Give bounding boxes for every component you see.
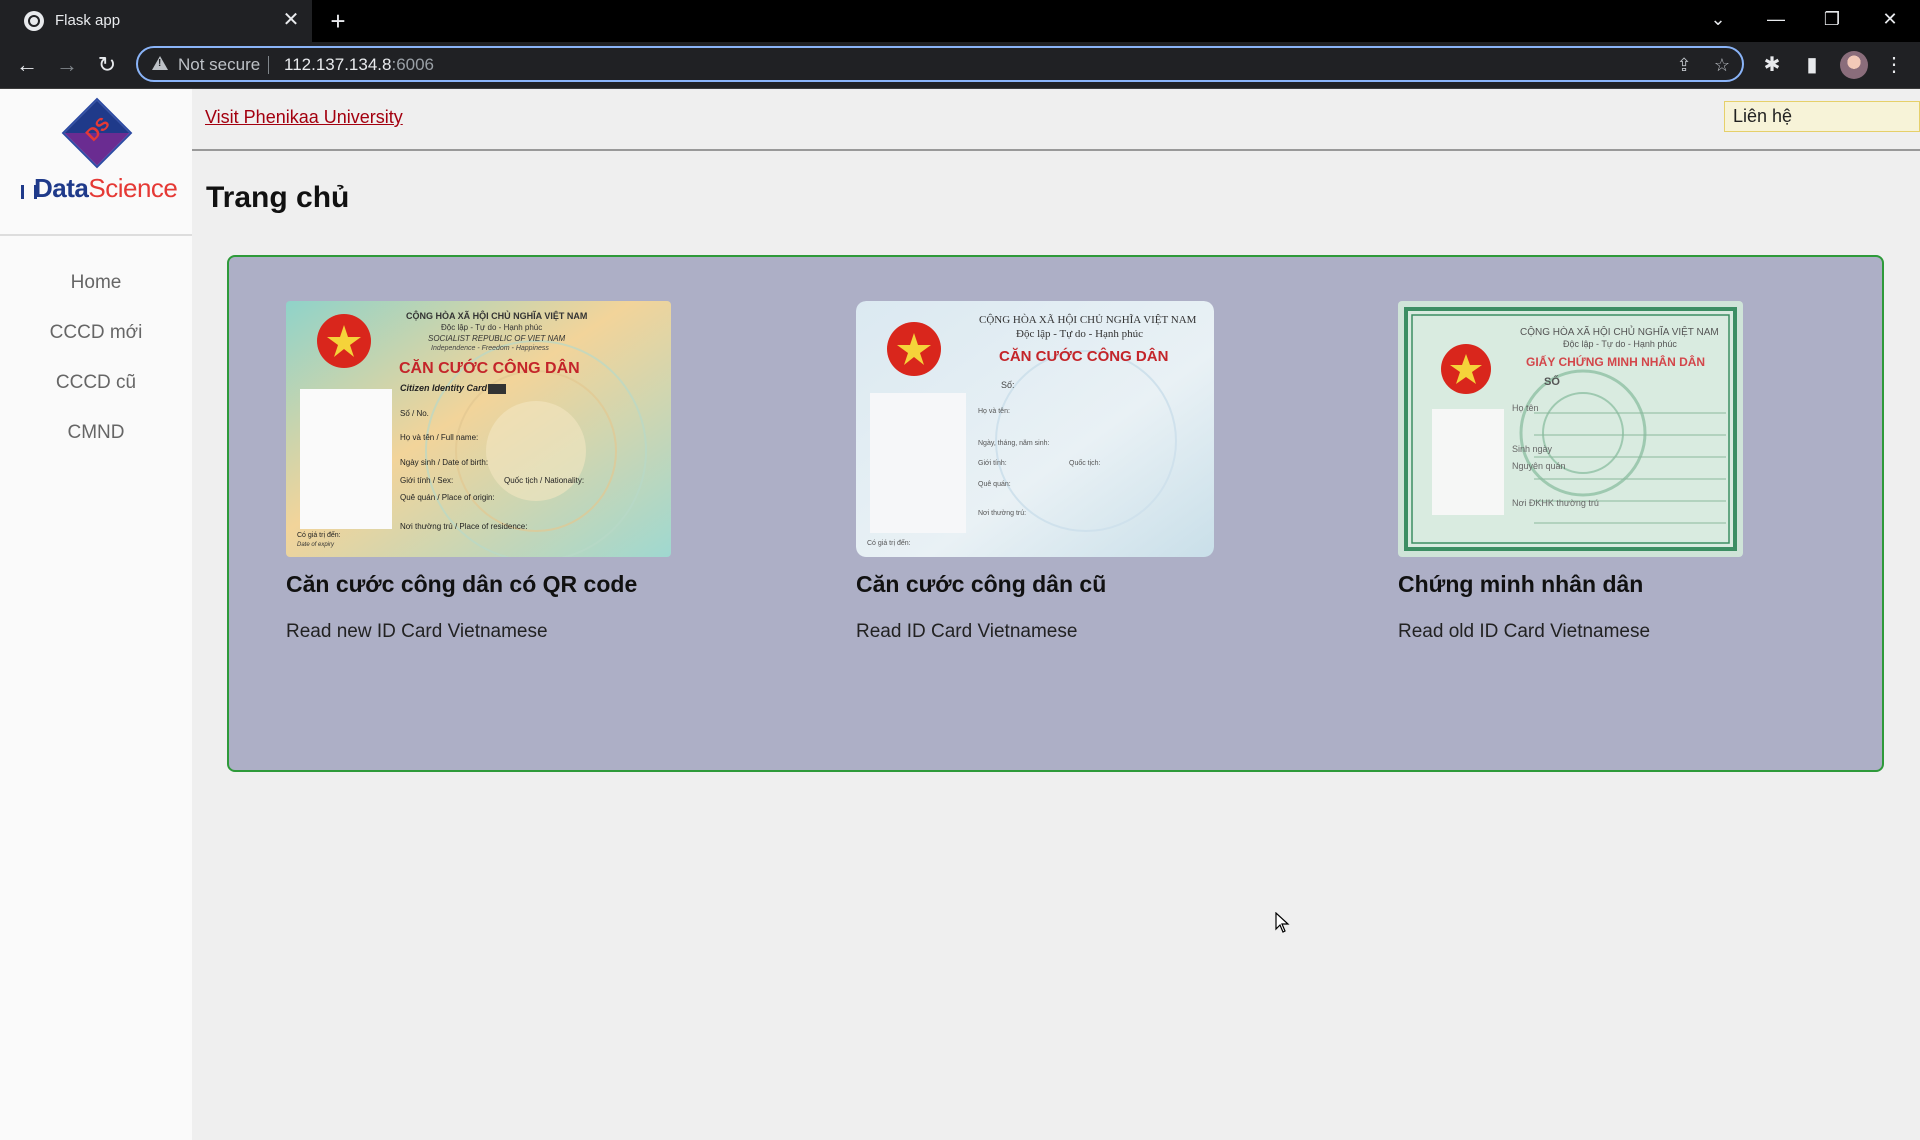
page-title: Trang chủ <box>206 181 350 214</box>
card1-field4b: Quốc tịch / Nationality: <box>504 476 584 485</box>
card2-field4: Giới tính: <box>978 460 1007 467</box>
id-card-panel: CỘNG HÒA XÃ HỘI CHỦ NGHĨA VIỆT NAM Độc l… <box>227 255 1884 772</box>
card-title[interactable]: Chứng minh nhân dân <box>1398 571 1643 598</box>
url-host: 112.137.134.8 <box>284 55 392 74</box>
menu-kebab-icon[interactable]: ⋮ <box>1880 52 1908 78</box>
sidebar-item-cccd-moi[interactable]: CCCD mới <box>0 321 192 345</box>
card1-heading: CĂN CƯỚC CÔNG DÂN <box>399 358 580 377</box>
card-description: Read new ID Card Vietnamese <box>286 621 548 642</box>
card-description: Read old ID Card Vietnamese <box>1398 621 1651 642</box>
card2-field3: Ngày, tháng, năm sinh: <box>978 440 1050 447</box>
card-description: Read ID Card Vietnamese <box>856 621 1078 642</box>
reload-icon[interactable]: ↻ <box>92 51 122 79</box>
card-title[interactable]: Căn cước công dân cũ <box>856 571 1106 598</box>
card2-field6: Nơi thường trú: <box>978 510 1026 517</box>
close-window-icon[interactable]: ✕ <box>1870 6 1910 32</box>
card2-field4b: Quốc tịch: <box>1069 458 1101 467</box>
new-tab-button[interactable]: + <box>324 6 352 36</box>
card2-field2: Họ và tên: <box>978 408 1010 415</box>
card1-header-line3: SOCIALIST REPUBLIC OF VIET NAM <box>428 334 566 343</box>
url-port: :6006 <box>391 55 435 74</box>
card1-field2: Họ và tên / Full name: <box>400 433 478 442</box>
card1-field4: Giới tính / Sex: <box>400 476 453 485</box>
card3-header-line2: Độc lập - Tự do - Hạnh phúc <box>1563 339 1677 349</box>
card1-field6: Nơi thường trú / Place of residence: <box>400 522 527 531</box>
address-separator <box>268 56 269 74</box>
top-bar: Visit Phenikaa University <box>192 89 1920 151</box>
card1-subheading: Citizen Identity Card <box>400 383 488 393</box>
logo-wordmark: DataScience <box>20 173 178 204</box>
card3-field3: Sinh ngày <box>1512 444 1553 454</box>
browser-toolbar: ← → ↻ Not secure 112.137.134.8:6006 ⇪ ☆ … <box>0 42 1920 89</box>
card3-field5: Nơi ĐKHK thường trú <box>1512 498 1599 508</box>
card2-heading: CĂN CƯỚC CÔNG DÂN <box>999 347 1168 365</box>
logo-brand-part1: Data <box>34 173 89 203</box>
warning-icon[interactable] <box>152 56 168 70</box>
browser-tab-strip: Flask app ✕ + ⌄ — ❐ ✕ <box>0 0 1920 42</box>
card3-field4: Nguyên quán <box>1512 461 1566 471</box>
card2-field5: Quê quán: <box>978 481 1011 488</box>
datascience-logo[interactable]: DS DataScience <box>0 89 192 236</box>
card3-heading: GIẤY CHỨNG MINH NHÂN DÂN <box>1526 354 1705 369</box>
sidebar: DS DataScience Home CCCD mới CCCD cũ CMN… <box>0 89 192 1140</box>
phenikaa-link[interactable]: Visit Phenikaa University <box>205 107 403 128</box>
cmnd-card-image[interactable]: CỘNG HÒA XÃ HỘI CHỦ NGHĨA VIỆT NAM Độc l… <box>1398 301 1743 557</box>
card1-field7b: Date of expiry <box>297 542 335 548</box>
card1-field7: Có giá trị đến: <box>297 530 341 539</box>
restore-icon[interactable]: ❐ <box>1812 6 1852 32</box>
logo-brand-part2: Science <box>88 173 178 203</box>
card3-field1: SỐ <box>1544 374 1560 388</box>
card-title[interactable]: Căn cước công dân có QR code <box>286 571 637 598</box>
card1-header-line4: Independence - Freedom - Happiness <box>431 345 549 352</box>
card3-field2: Họ tên <box>1512 403 1539 413</box>
sidebar-item-cmnd[interactable]: CMND <box>0 421 192 445</box>
extensions-icon[interactable]: ✱ <box>1758 52 1786 78</box>
browser-tab[interactable]: Flask app ✕ <box>0 0 312 42</box>
card2-header-line2: Độc lập - Tự do - Hạnh phúc <box>1016 328 1143 340</box>
card1-header-line1: CỘNG HÒA XÃ HỘI CHỦ NGHĨA VIỆT NAM <box>406 310 587 321</box>
cccd-qr-card-image[interactable]: CỘNG HÒA XÃ HỘI CHỦ NGHĨA VIỆT NAM Độc l… <box>286 301 671 557</box>
card2-field1: Số: <box>1001 380 1015 390</box>
forward-icon[interactable]: → <box>52 51 82 79</box>
tab-close-icon[interactable]: ✕ <box>280 8 302 32</box>
card2-field7: Có giá trị đến: <box>867 538 911 547</box>
address-bar[interactable]: Not secure 112.137.134.8:6006 ⇪ ☆ <box>136 46 1744 82</box>
minimize-icon[interactable]: — <box>1756 6 1796 32</box>
globe-icon <box>24 11 44 31</box>
card1-field1: Số / No. <box>400 409 429 418</box>
profile-avatar[interactable] <box>1840 51 1868 79</box>
tab-title: Flask app <box>55 12 121 29</box>
card3-header-line1: CỘNG HÒA XÃ HỘI CHỦ NGHĨA VIỆT NAM <box>1520 325 1719 338</box>
card1-field3: Ngày sinh / Date of birth: <box>400 458 488 467</box>
card2-header-line1: CỘNG HÒA XÃ HỘI CHỦ NGHĨA VIỆT NAM <box>979 314 1197 326</box>
sidebar-item-cccd-cu[interactable]: CCCD cũ <box>0 371 192 395</box>
url-text[interactable]: 112.137.134.8:6006 <box>284 55 434 75</box>
security-label[interactable]: Not secure <box>178 55 260 75</box>
tab-search-icon[interactable]: ⌄ <box>1698 6 1738 32</box>
card1-header-line2: Độc lập - Tự do - Hạnh phúc <box>441 323 542 332</box>
cccd-old-card-image[interactable]: CỘNG HÒA XÃ HỘI CHỦ NGHĨA VIỆT NAM Độc l… <box>856 301 1214 557</box>
back-icon[interactable]: ← <box>12 51 42 79</box>
contact-field[interactable]: Liên hệ <box>1724 101 1920 132</box>
card1-field5: Quê quán / Place of origin: <box>400 493 495 502</box>
bookmark-star-icon[interactable]: ☆ <box>1710 53 1734 77</box>
share-icon[interactable]: ⇪ <box>1672 53 1696 77</box>
sidebar-item-home[interactable]: Home <box>0 271 192 295</box>
side-panel-icon[interactable]: ▮ <box>1798 52 1826 78</box>
